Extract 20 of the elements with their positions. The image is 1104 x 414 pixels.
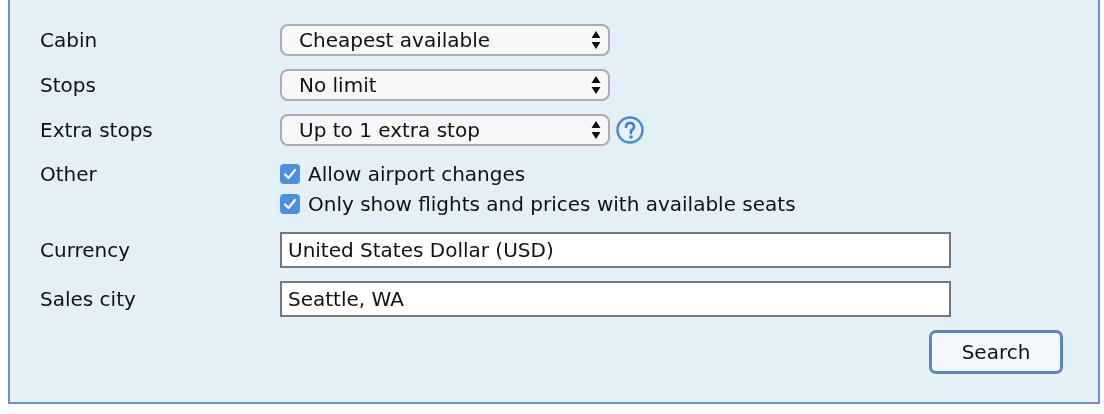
field-label: Sales city xyxy=(40,286,137,313)
help-icon[interactable] xyxy=(616,116,644,144)
dropdown[interactable]: Cheapest available xyxy=(280,24,610,56)
checkbox-label[interactable]: Only show flights and prices with available seats xyxy=(308,192,796,216)
field-label: Stops xyxy=(40,72,97,99)
select-arrows-icon xyxy=(591,75,601,95)
checkbox[interactable] xyxy=(280,194,300,214)
dropdown[interactable]: No limit xyxy=(280,69,610,101)
search-button[interactable]: Search xyxy=(929,330,1063,374)
select-arrows-icon xyxy=(591,30,601,50)
select-arrows-icon xyxy=(591,120,601,140)
field-label: Extra stops xyxy=(40,117,154,144)
field-label: Currency xyxy=(40,237,132,264)
checkbox-label[interactable]: Allow airport changes xyxy=(308,162,526,186)
field-label: Other xyxy=(40,161,98,188)
input-field[interactable]: Seattle, WA xyxy=(280,281,951,317)
dropdown[interactable]: Up to 1 extra stop xyxy=(280,114,610,146)
input-field[interactable]: United States Dollar (USD) xyxy=(280,232,951,268)
field-label: Cabin xyxy=(40,27,99,54)
checkbox[interactable] xyxy=(280,164,300,184)
